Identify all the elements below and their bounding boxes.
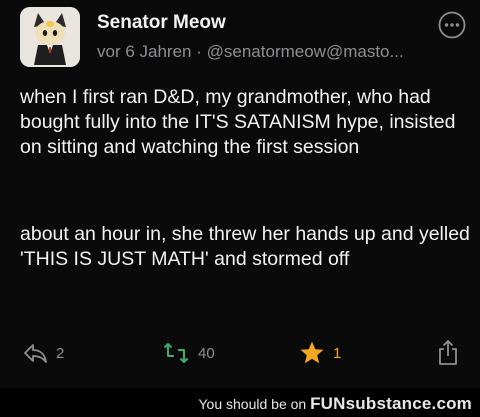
boost-count: 40 [198,344,215,362]
boost-retweet-icon [163,343,189,363]
star-icon [300,341,324,364]
reply-count: 2 [56,344,65,362]
avatar[interactable] [20,7,80,67]
watermark-text: You should be on FUNsubstance.com [199,394,473,414]
boost-button[interactable]: 40 [162,336,215,370]
post-paragraph: about an hour in, she threw her hands up… [20,223,470,270]
favourite-count: 1 [333,344,342,362]
post-paragraph: when I first ran D&D, my grandmother, wh… [20,86,456,158]
reply-button[interactable]: 2 [22,336,64,370]
action-bar: 2 40 1 [0,336,480,370]
watermark-prefix: You should be on [198,396,307,412]
meowth-avatar-icon [20,7,80,67]
favourite-button[interactable]: 1 [299,336,341,370]
more-options-button[interactable] [437,10,467,40]
share-icon [439,340,457,365]
ellipsis-circle-icon [438,11,466,39]
watermark-brand: FUNsubstance.com [310,394,472,413]
post-card: Senator Meow vor 6 Jahren · @senatormeow… [0,0,480,388]
timestamp[interactable]: vor 6 Jahren [97,42,192,61]
post-meta: vor 6 Jahren · @senatormeow@masto... [97,42,457,62]
author-name[interactable]: Senator Meow [97,12,226,34]
watermark-footer: You should be on FUNsubstance.com [0,388,480,417]
share-button[interactable] [436,336,460,370]
meta-separator: · [196,42,202,61]
reply-arrow-icon [24,344,47,363]
author-handle[interactable]: @senatormeow@masto... [207,42,404,61]
